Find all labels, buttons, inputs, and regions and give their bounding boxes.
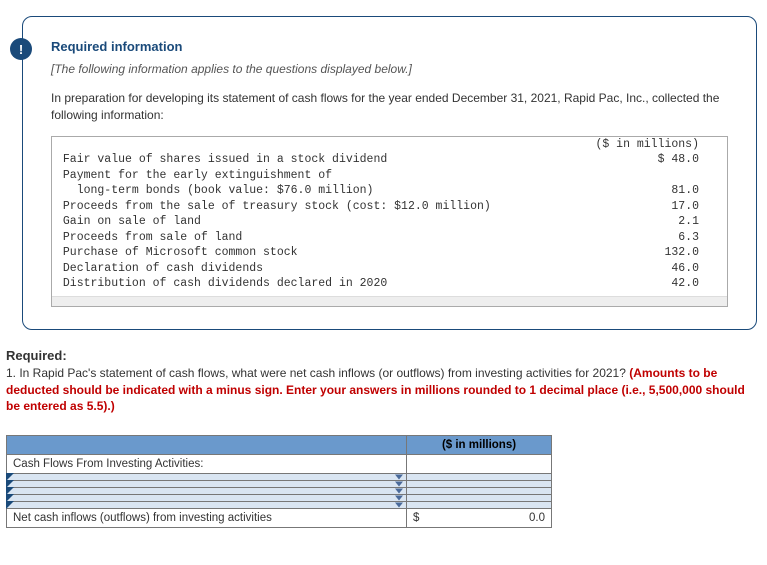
data-value: 2.1 (570, 214, 727, 230)
answer-header-blank (7, 436, 407, 455)
data-value: 132.0 (570, 245, 727, 261)
data-label: Fair value of shares issued in a stock d… (52, 152, 570, 168)
data-label: long-term bonds (book value: $76.0 milli… (52, 183, 570, 199)
data-table-container: ($ in millions) Fair value of shares iss… (51, 136, 728, 307)
data-label: Gain on sale of land (52, 214, 570, 230)
data-value (570, 168, 727, 184)
question-text: 1. In Rapid Pac's statement of cash flow… (6, 365, 757, 415)
col-header-amount: ($ in millions) (570, 137, 727, 153)
answer-table: ($ in millions) Cash Flows From Investin… (6, 435, 552, 528)
currency-symbol: $ (413, 512, 419, 524)
data-label: Distribution of cash dividends declared … (52, 276, 570, 292)
activity-dropdown[interactable] (7, 502, 407, 509)
data-table: ($ in millions) Fair value of shares iss… (52, 137, 727, 292)
data-label: Purchase of Microsoft common stock (52, 245, 570, 261)
activity-dropdown[interactable] (7, 481, 407, 488)
data-label: Payment for the early extinguishment of (52, 168, 570, 184)
data-value: 6.3 (570, 230, 727, 246)
data-label: Proceeds from the sale of treasury stock… (52, 199, 570, 215)
question-block: Required: 1. In Rapid Pac's statement of… (6, 348, 757, 528)
data-value: 17.0 (570, 199, 727, 215)
total-value-cell: $ 0.0 (407, 509, 552, 528)
data-value: 42.0 (570, 276, 727, 292)
activity-dropdown[interactable] (7, 495, 407, 502)
info-badge-icon: ! (10, 38, 32, 60)
total-value: 0.0 (529, 512, 545, 524)
amount-input[interactable] (407, 488, 552, 495)
amount-input[interactable] (407, 474, 552, 481)
activity-dropdown[interactable] (7, 474, 407, 481)
info-subtext: [The following information applies to th… (51, 62, 728, 76)
data-value: 81.0 (570, 183, 727, 199)
amount-input[interactable] (407, 502, 552, 509)
required-info-heading: Required information (51, 39, 728, 54)
cash-flows-title-cell: Cash Flows From Investing Activities: (7, 455, 407, 474)
info-intro: In preparation for developing its statem… (51, 90, 728, 124)
row-marker-icon (6, 501, 14, 509)
question-part-black: 1. In Rapid Pac's statement of cash flow… (6, 366, 629, 380)
blank-cell (407, 455, 552, 474)
answer-header-amount: ($ in millions) (407, 436, 552, 455)
amount-input[interactable] (407, 481, 552, 488)
required-label: Required: (6, 348, 757, 363)
data-value: $ 48.0 (570, 152, 727, 168)
horizontal-scrollbar[interactable] (52, 296, 727, 306)
activity-dropdown[interactable] (7, 488, 407, 495)
data-label: Proceeds from sale of land (52, 230, 570, 246)
data-value: 46.0 (570, 261, 727, 277)
amount-input[interactable] (407, 495, 552, 502)
data-label: Declaration of cash dividends (52, 261, 570, 277)
total-label-cell: Net cash inflows (outflows) from investi… (7, 509, 407, 528)
info-card: Required information [The following info… (22, 16, 757, 330)
